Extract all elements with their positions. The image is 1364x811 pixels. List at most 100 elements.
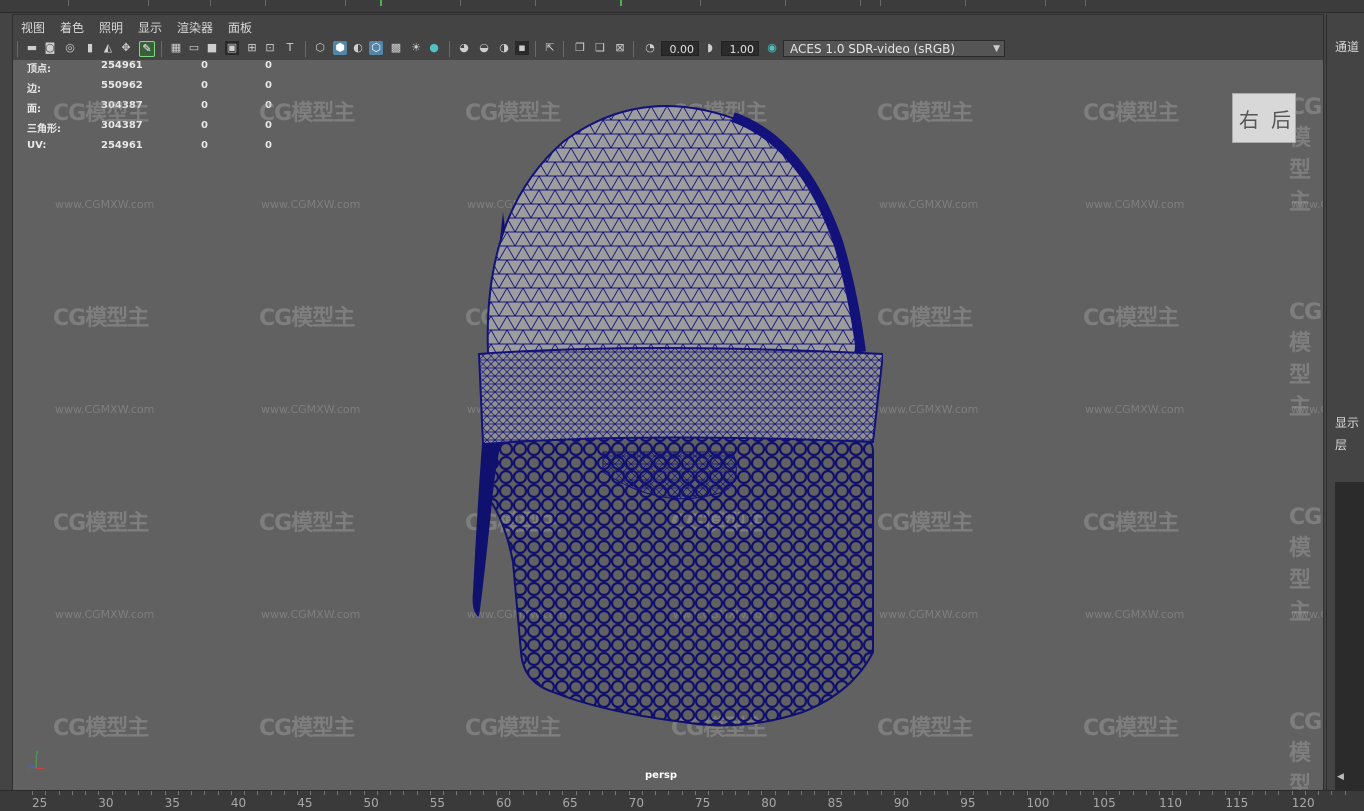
timeline-tick — [655, 791, 657, 795]
channel-box-tab[interactable]: 通道 — [1335, 38, 1359, 55]
top-strip-tick — [620, 0, 622, 6]
timeline-tick — [1092, 791, 1094, 795]
watermark-logo: CG模型主 — [877, 511, 973, 536]
scroll-left-icon[interactable]: ◀ — [1337, 772, 1344, 782]
exposure-icon[interactable]: ◔ — [643, 41, 657, 55]
gamma-field[interactable]: 1.00 — [721, 41, 759, 56]
motion-blur-icon[interactable]: ◒ — [477, 41, 491, 55]
timeline-tick — [695, 791, 696, 795]
xray-joints-icon[interactable]: ❐ — [573, 41, 587, 55]
grid-icon[interactable]: ▦ — [169, 41, 183, 55]
select-camera-icon[interactable]: ▬ — [25, 41, 39, 55]
isolate-select-icon[interactable]: ⇱ — [543, 41, 557, 55]
watermark-logo: CG模型主 — [877, 716, 973, 741]
top-strip-tick — [460, 0, 461, 6]
timeline-tick — [482, 791, 484, 795]
timeline-tick — [1053, 791, 1055, 795]
image-plane-icon[interactable]: ◭ — [101, 41, 115, 55]
toolbar-separator — [305, 41, 306, 57]
wireframe-icon[interactable]: ⬡ — [313, 41, 327, 55]
time-slider[interactable]: 25 30 35 40 45 50 55 60 65 70 75 80 85 90 95 100 105 110 1… — [0, 790, 1364, 811]
grease-pencil-icon[interactable]: ✎ — [139, 41, 155, 57]
wireframe-on-shaded-icon[interactable]: ⬡ — [369, 41, 383, 55]
camera-lock-icon[interactable]: ◎ — [63, 41, 77, 55]
smooth-shade-icon[interactable]: ⬢ — [333, 41, 347, 55]
timeline-tick — [230, 791, 232, 795]
2d-pan-zoom-icon[interactable]: ✥ — [119, 41, 133, 55]
timeline-tick — [668, 791, 670, 795]
exposure-field[interactable]: 0.00 — [661, 41, 699, 56]
view-transform-icon[interactable]: ◉ — [765, 41, 779, 55]
layer-list-scrollbar[interactable]: ◀ — [1335, 482, 1364, 790]
layer-tab[interactable]: 层 — [1335, 436, 1347, 453]
use-default-material-icon[interactable]: ◐ — [351, 41, 365, 55]
watermark-logo: CG模型主 — [53, 101, 149, 126]
view-cube-right-face[interactable]: 右 — [1239, 104, 1259, 133]
toolbar-separator — [161, 41, 162, 57]
top-strip-tick — [148, 0, 149, 6]
timeline-tick — [787, 791, 789, 795]
timeline-tick — [946, 791, 948, 795]
multisample-aa-icon[interactable]: ◑ — [497, 41, 511, 55]
safe-title-icon[interactable]: T — [283, 41, 297, 55]
hud-sel: 0 — [201, 120, 208, 131]
watermark-url: www.CGMXW.com — [55, 198, 155, 211]
use-all-lights-icon[interactable]: ☀ — [409, 41, 423, 55]
menu-shading[interactable]: 着色 — [60, 19, 84, 36]
hud-sel: 0 — [201, 60, 208, 71]
hud-value: 254961 — [101, 60, 143, 71]
helmet-wireframe-model[interactable] — [443, 92, 883, 732]
menu-renderer[interactable]: 渲染器 — [177, 19, 213, 36]
hud-value: 254961 — [101, 140, 143, 151]
color-space-value: ACES 1.0 SDR-video (sRGB) — [790, 42, 956, 56]
timeline-tick — [71, 791, 73, 795]
hud-comp: 0 — [265, 60, 272, 71]
top-strip-tick — [700, 0, 701, 6]
color-space-dropdown[interactable]: ACES 1.0 SDR-video (sRGB) ▼ — [783, 40, 1005, 57]
resolution-gate-icon[interactable]: ■ — [205, 41, 219, 55]
timeline-tick — [615, 791, 617, 795]
watermark-logo: CG模型主 — [1083, 511, 1179, 536]
timeline-frame-label: 115 — [1225, 796, 1249, 810]
depth-of-field-icon[interactable]: ▪ — [515, 41, 529, 55]
gate-mask-icon[interactable]: ▣ — [225, 41, 239, 55]
shadows-icon[interactable]: ● — [427, 41, 441, 55]
field-chart-icon[interactable]: ⊞ — [245, 41, 259, 55]
xray-icon[interactable]: ▩ — [389, 41, 403, 55]
hud-value: 550962 — [101, 80, 143, 91]
watermark-logo: CG模型主 — [1083, 101, 1179, 126]
screen-space-ao-icon[interactable]: ◕ — [457, 41, 471, 55]
bookmark-icon[interactable]: ▮ — [83, 41, 97, 55]
xray-active-icon[interactable]: ❑ — [593, 41, 607, 55]
timeline-frame-label: 60 — [496, 796, 512, 810]
timeline-tick — [416, 791, 418, 795]
camera-attributes-icon[interactable]: ◙ — [43, 41, 57, 55]
hud-label: UV: — [27, 140, 47, 151]
menu-show[interactable]: 显示 — [138, 19, 162, 36]
timeline-tick — [138, 791, 140, 795]
timeline-frame-label: 85 — [827, 796, 843, 810]
display-tab[interactable]: 显示 — [1335, 414, 1359, 431]
gamma-icon[interactable]: ◗ — [703, 41, 717, 55]
film-gate-icon[interactable]: ▭ — [187, 41, 201, 55]
menu-lighting[interactable]: 照明 — [99, 19, 123, 36]
backface-culling-icon[interactable]: ⊠ — [613, 41, 627, 55]
3d-viewport[interactable]: 顶点: 254961 0 0 边: 550962 0 0 面: 304387 0… — [13, 60, 1323, 791]
timeline-tick — [270, 791, 272, 795]
safe-action-icon[interactable]: ⊡ — [263, 41, 277, 55]
timeline-tick — [1185, 791, 1187, 795]
timeline-tick — [204, 791, 206, 795]
timeline-tick — [1026, 791, 1028, 795]
timeline-tick — [1331, 791, 1333, 795]
timeline-tick — [840, 791, 842, 795]
watermark-url: www.CGMXW.com — [1085, 608, 1185, 621]
timeline-frame-label: 120 — [1291, 796, 1315, 810]
view-cube-back-face[interactable]: 后 — [1271, 104, 1291, 133]
timeline-tick — [45, 791, 47, 795]
timeline-tick — [217, 791, 219, 795]
top-strip-tick — [1085, 0, 1086, 6]
menu-panels[interactable]: 面板 — [228, 19, 252, 36]
menu-view[interactable]: 视图 — [21, 19, 45, 36]
view-cube[interactable]: 右 后 — [1232, 93, 1296, 143]
panel-menubar: 视图 着色 照明 显示 渲染器 面板 — [13, 15, 1323, 37]
